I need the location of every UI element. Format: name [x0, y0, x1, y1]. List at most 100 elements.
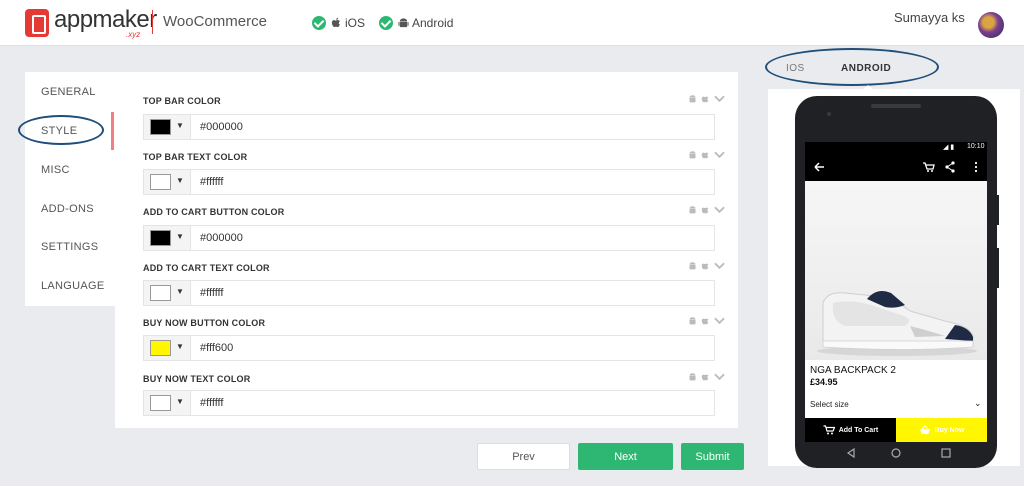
field-label: ADD TO CART BUTTON COLOR: [143, 207, 285, 217]
color-picker-button[interactable]: ▼: [144, 115, 191, 139]
chevron-down-icon[interactable]: [714, 95, 725, 103]
color-swatch: [150, 230, 171, 246]
android-nav-bar: [805, 442, 987, 464]
color-picker-button[interactable]: ▼: [144, 226, 191, 250]
apple-icon: [701, 96, 709, 103]
nav-bar-icons: [846, 447, 951, 459]
field-platform-icons: [688, 372, 725, 382]
chevron-down-icon[interactable]: [714, 317, 725, 325]
color-field-buy-now-text: ▼ #ffffff: [143, 390, 715, 416]
preview-action-buttons: Add To Cart Buy Now: [805, 418, 987, 442]
apple-icon: [701, 207, 709, 214]
check-circle-icon: [312, 16, 326, 30]
caret-down-icon: ▼: [176, 342, 184, 351]
top-header: appmaker .xyz WooCommerce iOS Android Su…: [0, 0, 1024, 46]
color-hex-input[interactable]: #ffffff: [200, 397, 223, 409]
sidebar-item-misc[interactable]: MISC: [41, 164, 70, 176]
color-swatch: [150, 174, 171, 190]
submit-button[interactable]: Submit: [681, 443, 744, 470]
color-hex-input[interactable]: #fff600: [200, 342, 233, 354]
apple-icon: [701, 152, 709, 159]
field-platform-icons: [688, 150, 725, 160]
color-hex-input[interactable]: #ffffff: [200, 287, 223, 299]
add-to-cart-label: Add To Cart: [838, 426, 879, 434]
annotation-ellipse: [765, 48, 939, 86]
caret-down-icon: ▼: [176, 287, 184, 296]
android-icon: [398, 18, 409, 28]
avatar[interactable]: [978, 12, 1004, 38]
android-icon: [689, 317, 696, 325]
field-label: TOP BAR COLOR: [143, 96, 221, 106]
status-bar: ◢ ▮ 10:10: [805, 142, 987, 154]
apple-icon: [701, 263, 709, 270]
color-field-add-to-cart-button: ▼ #000000: [143, 225, 715, 251]
chevron-down-icon[interactable]: [714, 373, 725, 381]
sidebar-item-settings[interactable]: SETTINGS: [41, 241, 98, 253]
color-hex-input[interactable]: #000000: [200, 232, 243, 244]
chevron-down-icon[interactable]: [714, 262, 725, 270]
field-platform-icons: [688, 94, 725, 104]
ios-badge: iOS: [312, 16, 365, 30]
apple-icon: [701, 318, 709, 325]
prev-button[interactable]: Prev: [477, 443, 570, 470]
sidebar-item-language[interactable]: LANGUAGE: [41, 280, 105, 292]
apple-icon: [331, 17, 340, 28]
color-swatch: [150, 395, 171, 411]
chevron-down-icon[interactable]: [714, 151, 725, 159]
logo-subtext: .xyz: [126, 30, 141, 39]
android-badge: Android: [379, 16, 453, 30]
android-badge-label: Android: [412, 16, 454, 30]
platform-name: WooCommerce: [163, 13, 267, 30]
color-field-top-bar-text: ▼ #ffffff: [143, 169, 715, 195]
android-icon: [689, 151, 696, 159]
tab-pointer: [862, 85, 874, 90]
ios-badge-label: iOS: [345, 16, 366, 30]
appmaker-logo-icon[interactable]: [25, 9, 49, 37]
settings-sidebar: GENERAL STYLE MISC ADD-ONS SETTINGS LANG…: [25, 72, 115, 306]
app-bar: [805, 154, 987, 181]
color-field-top-bar: ▼ #000000: [143, 114, 715, 140]
color-swatch: [150, 340, 171, 356]
color-picker-button[interactable]: ▼: [144, 170, 191, 194]
chevron-down-icon[interactable]: ⌄: [974, 398, 982, 409]
product-image[interactable]: [805, 181, 987, 360]
user-name[interactable]: Sumayya ks: [894, 10, 965, 25]
field-label: TOP BAR TEXT COLOR: [143, 152, 248, 162]
logo-text[interactable]: appmaker: [54, 6, 157, 34]
logo-divider: [152, 10, 153, 34]
android-icon: [689, 373, 696, 381]
color-hex-input[interactable]: #ffffff: [200, 176, 223, 188]
phone-button: [996, 248, 999, 288]
phone-top-bezel: [827, 104, 921, 116]
basket-icon: [919, 425, 930, 434]
caret-down-icon: ▼: [176, 121, 184, 130]
active-indicator: [111, 112, 114, 150]
product-info: NGA BACKPACK 2 £34.95 Select size ⌄: [805, 360, 987, 418]
color-picker-button[interactable]: ▼: [144, 391, 191, 415]
status-time: 10:10: [967, 143, 985, 150]
sidebar-item-add-ons[interactable]: ADD-ONS: [41, 203, 94, 215]
color-picker-button[interactable]: ▼: [144, 281, 191, 305]
sidebar-item-general[interactable]: GENERAL: [41, 86, 96, 98]
chevron-down-icon[interactable]: [714, 206, 725, 214]
check-circle-icon: [379, 16, 393, 30]
android-icon: [689, 206, 696, 214]
color-hex-input[interactable]: #000000: [200, 121, 243, 133]
select-size[interactable]: Select size: [810, 400, 849, 409]
color-field-buy-now-button: ▼ #fff600: [143, 335, 715, 361]
color-field-add-to-cart-text: ▼ #ffffff: [143, 280, 715, 306]
color-swatch: [150, 285, 171, 301]
field-platform-icons: [688, 261, 725, 271]
apple-icon: [701, 374, 709, 381]
caret-down-icon: ▼: [176, 397, 184, 406]
next-button[interactable]: Next: [578, 443, 673, 470]
phone-button: [996, 195, 999, 225]
caret-down-icon: ▼: [176, 232, 184, 241]
field-platform-icons: [688, 316, 725, 326]
caret-down-icon: ▼: [176, 176, 184, 185]
color-picker-button[interactable]: ▼: [144, 336, 191, 360]
android-icon: [689, 262, 696, 270]
color-swatch: [150, 119, 171, 135]
buy-now-button[interactable]: Buy Now: [896, 418, 987, 442]
add-to-cart-button[interactable]: Add To Cart: [805, 418, 896, 442]
